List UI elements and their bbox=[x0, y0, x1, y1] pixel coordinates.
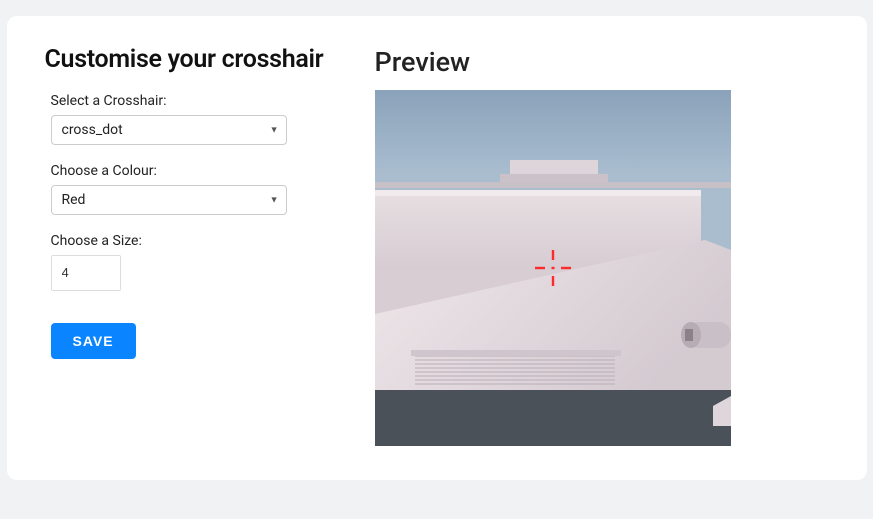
crosshair-select[interactable]: cross_dot ▼ bbox=[51, 115, 287, 145]
preview-stage bbox=[375, 90, 731, 446]
crosshair-label: Select a Crosshair: bbox=[51, 93, 335, 109]
size-input[interactable] bbox=[51, 255, 121, 291]
colour-label: Choose a Colour: bbox=[51, 163, 335, 179]
preview-scene bbox=[375, 90, 731, 446]
size-label: Choose a Size: bbox=[51, 233, 335, 249]
crosshair-field: Select a Crosshair: cross_dot ▼ bbox=[45, 93, 335, 145]
form-panel: Customise your crosshair Select a Crossh… bbox=[45, 46, 335, 446]
colour-select[interactable]: Red ▼ bbox=[51, 185, 287, 215]
settings-card: Customise your crosshair Select a Crossh… bbox=[7, 16, 867, 480]
preview-panel: Preview bbox=[375, 46, 829, 446]
crosshair-select-value: cross_dot bbox=[62, 122, 123, 138]
form-heading: Customise your crosshair bbox=[45, 46, 335, 75]
save-button[interactable]: SAVE bbox=[51, 323, 136, 359]
preview-heading: Preview bbox=[375, 46, 829, 78]
size-field: Choose a Size: bbox=[45, 233, 335, 291]
colour-select-value: Red bbox=[62, 192, 86, 208]
colour-field: Choose a Colour: Red ▼ bbox=[45, 163, 335, 215]
